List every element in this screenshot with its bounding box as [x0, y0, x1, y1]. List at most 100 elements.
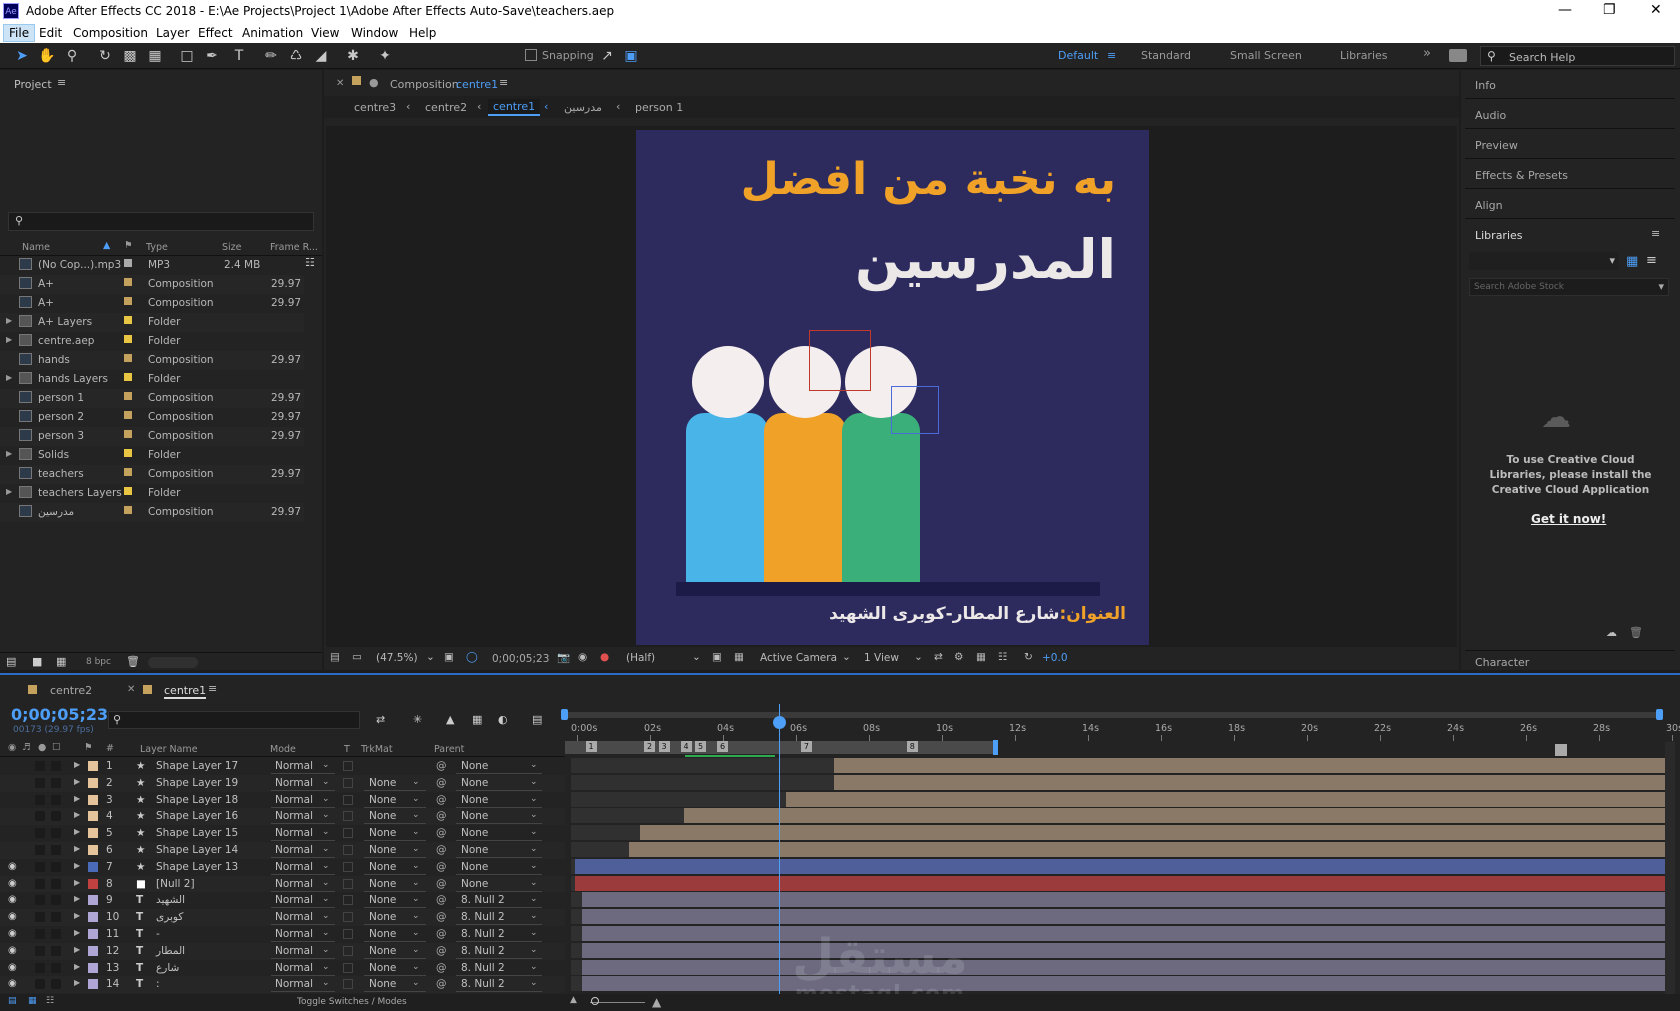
project-item[interactable]: person 1 Composition 29.97 — [0, 389, 304, 408]
layer-name[interactable]: [Null 2] — [156, 878, 195, 890]
show-snapshot-icon[interactable]: ◉ — [578, 651, 587, 663]
solo-slot[interactable] — [35, 912, 45, 923]
close-tab-icon[interactable]: ✕ — [336, 78, 344, 89]
lock-slot[interactable] — [51, 962, 61, 973]
playhead-handle[interactable] — [773, 716, 786, 729]
resolution-select[interactable]: (Half) — [626, 652, 655, 664]
label-swatch[interactable] — [124, 316, 132, 324]
layer-name[interactable]: Shape Layer 15 — [156, 827, 238, 839]
snapshot-icon[interactable]: 📷 — [557, 651, 570, 664]
layer-row[interactable]: ◉ ▶ 7 ★ Shape Layer 13 Normal ⌄ None ⌄ @ None ⌄ — [0, 858, 565, 876]
project-item[interactable]: (No Cop...).mp3 MP3 2.4 MB — [0, 256, 304, 275]
preserve-transparency-checkbox[interactable] — [343, 777, 353, 788]
character-panel-tab[interactable]: Character — [1475, 656, 1529, 669]
layer-name[interactable]: Shape Layer 13 — [156, 861, 238, 873]
expand-triangle-icon[interactable]: ▶ — [74, 878, 80, 887]
transfer-controls-icon[interactable]: ▦ — [28, 996, 37, 1006]
hand-tool-icon[interactable]: ✋ — [38, 47, 56, 65]
label-swatch[interactable] — [124, 373, 132, 381]
pick-whip-icon[interactable]: @ — [436, 827, 447, 839]
rectangle-tool-icon[interactable]: □ — [178, 47, 196, 65]
comp-marker[interactable]: 5 — [695, 741, 707, 752]
label-swatch[interactable] — [88, 979, 98, 990]
menu-animation[interactable]: Animation — [242, 26, 303, 40]
thumbnail-scroll[interactable] — [148, 657, 198, 668]
pick-whip-icon[interactable]: @ — [436, 777, 447, 789]
expand-triangle-icon[interactable]: ▶ — [74, 945, 80, 954]
lock-slot[interactable] — [51, 912, 61, 923]
comp-panel-menu-icon[interactable]: ≡ — [499, 76, 508, 89]
label-swatch[interactable] — [88, 794, 98, 805]
project-item[interactable]: ▶ teachers Layers Folder — [0, 484, 304, 503]
toggle-switches-modes[interactable]: Toggle Switches / Modes — [297, 997, 407, 1007]
layer-name[interactable]: كوبرى — [156, 911, 183, 923]
preserve-transparency-checkbox[interactable] — [343, 828, 353, 839]
safe-zones-icon[interactable]: ▣ — [444, 651, 454, 663]
layer-duration-bar[interactable] — [574, 858, 1666, 874]
maximize-icon[interactable]: ❐ — [1603, 2, 1616, 18]
menu-layer[interactable]: Layer — [156, 26, 189, 40]
project-item[interactable]: person 2 Composition 29.97 — [0, 408, 304, 427]
layer-duration-bar[interactable] — [640, 825, 1666, 841]
preserve-transparency-checkbox[interactable] — [343, 979, 353, 990]
in-out-icon[interactable]: ☷ — [46, 996, 54, 1006]
pick-whip-icon[interactable]: @ — [436, 861, 447, 873]
zoom-tool-icon[interactable]: ⚲ — [63, 47, 81, 65]
layer-duration-bar[interactable] — [581, 892, 1666, 908]
flowchart-icon[interactable]: ☷ — [998, 651, 1007, 663]
comp-marker[interactable]: 2 — [644, 741, 655, 752]
label-swatch[interactable] — [88, 912, 98, 923]
pick-whip-icon[interactable]: @ — [436, 911, 447, 923]
fast-previews-icon[interactable]: ⚙ — [954, 651, 963, 663]
layer-row[interactable]: ▶ 1 ★ Shape Layer 17 Normal ⌄ @ None ⌄ — [0, 758, 565, 775]
preserve-transparency-checkbox[interactable] — [343, 912, 353, 923]
project-item[interactable]: hands Composition 29.97 — [0, 351, 304, 370]
solo-slot[interactable] — [35, 895, 45, 906]
search-help-field[interactable]: ⚲ Search Help — [1480, 46, 1675, 66]
get-it-now-link[interactable]: Get it now! — [1531, 512, 1606, 526]
label-swatch[interactable] — [124, 468, 132, 476]
solo-slot[interactable] — [35, 945, 45, 956]
layer-name[interactable]: Shape Layer 16 — [156, 810, 238, 822]
minimize-icon[interactable]: — — [1558, 2, 1572, 18]
flowchart-icon[interactable]: ☷ — [305, 256, 315, 269]
lock-slot[interactable] — [51, 811, 61, 822]
solo-slot[interactable] — [35, 811, 45, 822]
timeline-icon[interactable]: ▦ — [976, 651, 986, 663]
label-swatch[interactable] — [88, 845, 98, 855]
info-panel-tab[interactable]: Info — [1475, 79, 1496, 92]
comp-marker[interactable]: 1 — [585, 741, 597, 752]
clone-stamp-tool-icon[interactable]: ♺ — [287, 47, 305, 65]
breadcrumb-centre2[interactable]: centre2 — [425, 101, 467, 114]
layer-row[interactable]: ▶ 3 ★ Shape Layer 18 Normal ⌄ None ⌄ @ None ⌄ — [0, 791, 565, 809]
breadcrumb-modarreseen[interactable]: مدرسين — [564, 101, 602, 114]
col-type[interactable]: Type — [146, 242, 168, 253]
layer-name[interactable]: المطار — [156, 945, 185, 957]
lock-slot[interactable] — [51, 845, 61, 855]
brush-tool-icon[interactable]: ✏ — [262, 47, 280, 65]
type-tool-icon[interactable]: T — [230, 47, 248, 65]
menu-effect[interactable]: Effect — [198, 26, 233, 40]
work-area-navigator[interactable] — [565, 712, 1660, 718]
toggle-pixel-aspect-icon[interactable]: ⇄ — [934, 651, 943, 663]
trash-icon[interactable]: 🗑 — [126, 655, 140, 668]
trash-icon[interactable]: 🗑 — [1629, 626, 1643, 639]
solo-slot[interactable] — [35, 861, 45, 872]
layer-row[interactable]: ▶ 5 ★ Shape Layer 15 Normal ⌄ None ⌄ @ None ⌄ — [0, 825, 565, 843]
magnification-select[interactable]: (47.5%) — [376, 652, 418, 664]
expand-triangle-icon[interactable]: ▶ — [74, 911, 80, 920]
graph-editor-icon[interactable]: ▤ — [532, 713, 542, 726]
blue-layer-bounds[interactable] — [891, 386, 939, 434]
preserve-transparency-checkbox[interactable] — [343, 845, 353, 855]
layer-row[interactable]: ◉ ▶ 9 T الشهيد Normal ⌄ None ⌄ @8. Null 2 ⌄ — [0, 892, 565, 910]
frame-blending-icon[interactable]: ▦ — [472, 713, 482, 726]
layer-duration-bar[interactable] — [581, 909, 1666, 925]
label-swatch[interactable] — [124, 449, 132, 457]
pick-whip-icon[interactable]: @ — [436, 928, 447, 940]
timeline-zoom-thumb[interactable] — [591, 997, 599, 1005]
menu-window[interactable]: Window — [351, 26, 398, 40]
layer-row[interactable]: ◉ ▶ 8 ■ [Null 2] Normal ⌄ None ⌄ @ None ⌄ — [0, 875, 565, 893]
lock-slot[interactable] — [51, 861, 61, 872]
audio-panel-tab[interactable]: Audio — [1475, 109, 1506, 122]
snap-icon[interactable]: ↗ — [598, 47, 616, 65]
